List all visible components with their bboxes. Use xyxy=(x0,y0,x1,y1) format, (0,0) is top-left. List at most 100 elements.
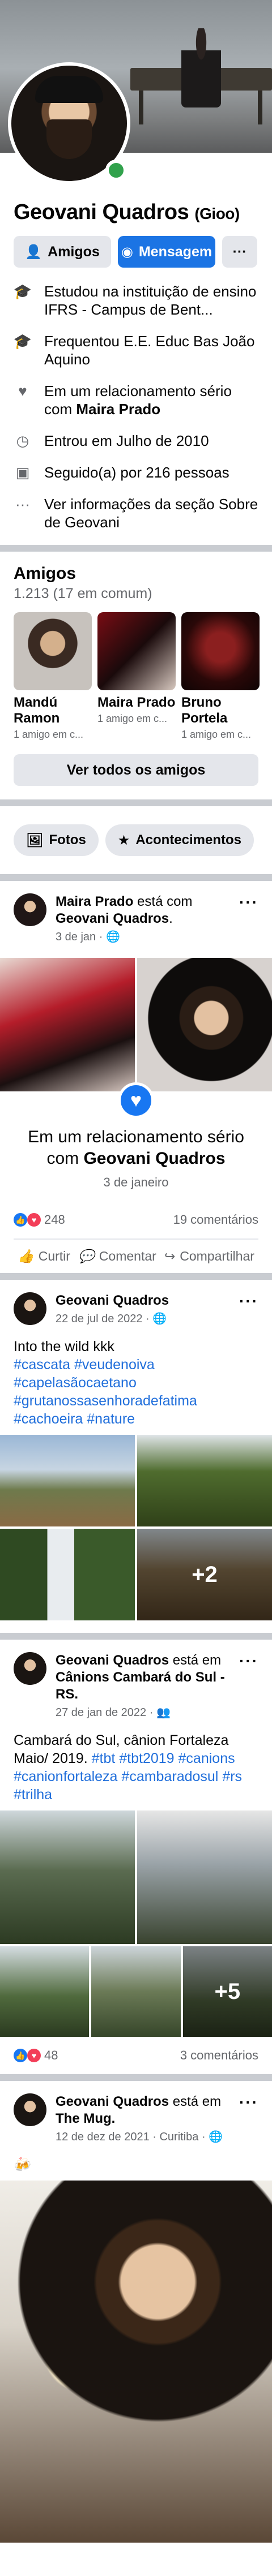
hashtag[interactable]: #capelasãocaetano xyxy=(14,1375,137,1391)
hashtag[interactable]: #cascata xyxy=(14,1357,70,1373)
post-date[interactable]: 22 de jul de 2022 xyxy=(56,1313,142,1325)
online-status-indicator xyxy=(105,160,127,181)
post-photo[interactable] xyxy=(0,1810,135,1944)
hashtag[interactable]: #canionfortaleza xyxy=(14,1769,117,1784)
post-photo[interactable]: +2 xyxy=(137,1529,272,1620)
photos-chip[interactable]: 🖼 Fotos xyxy=(14,824,99,856)
post-photo[interactable] xyxy=(0,1946,90,2037)
friend-card[interactable]: Maira Prado 1 amigo em c... xyxy=(97,612,176,741)
post-options-button[interactable]: ··· xyxy=(239,1292,258,1310)
post-photos-row: +5 xyxy=(0,1946,272,2037)
graduation-icon: 🎓 xyxy=(13,283,32,300)
reaction-count: 48 xyxy=(44,2048,58,2062)
post-header: Geovani Quadros está em The Mug. 12 de d… xyxy=(56,2093,230,2145)
post-options-button[interactable]: ··· xyxy=(239,1652,258,1670)
post-date[interactable]: 3 de jan xyxy=(56,931,96,943)
profile-page: Geovani Quadros (Gioo) 👤 Amigos ◉ Mensag… xyxy=(0,0,272,2543)
see-all-friends-button[interactable]: Ver todos os amigos xyxy=(14,754,258,786)
hashtag[interactable]: #tbt2019 xyxy=(119,1751,174,1766)
friend-card[interactable]: Mandú Ramon 1 amigo em c... xyxy=(14,612,92,741)
relationship-event: ♥ Em um relacionamento sério com Geovani… xyxy=(0,1082,272,1201)
like-button[interactable]: 👍 Curtir xyxy=(18,1249,70,1264)
ellipsis-icon: ··· xyxy=(15,496,30,513)
more-options-button[interactable]: ··· xyxy=(222,236,257,268)
post-author[interactable]: Geovani Quadros xyxy=(56,1293,169,1308)
globe-icon: 🌐 xyxy=(105,931,120,943)
post-date[interactable]: 12 de dez de 2021 xyxy=(56,2131,150,2143)
detail-relationship[interactable]: ♥ Em um relacionamento sério com Maira P… xyxy=(14,382,258,418)
hashtag[interactable]: #cambaradosul xyxy=(121,1769,218,1784)
comment-button[interactable]: 💬 Comentar xyxy=(78,1249,156,1264)
detail-see-about[interactable]: ··· Ver informações da seção Sobre de Ge… xyxy=(14,495,258,531)
post-location-link[interactable]: The Mug. xyxy=(56,2111,115,2126)
post-photo[interactable] xyxy=(0,2181,272,2543)
post-reactions[interactable]: 👍 ♥ 248 xyxy=(14,1212,65,1227)
life-events-chip[interactable]: ★ Acontecimentos xyxy=(105,824,254,856)
post-photo[interactable] xyxy=(91,1946,181,2037)
friend-photo xyxy=(181,612,260,690)
post-photos: +2 xyxy=(0,1435,272,1620)
comment-count[interactable]: 19 comentários xyxy=(173,1212,258,1227)
post-options-button[interactable]: ··· xyxy=(239,2093,258,2111)
share-button[interactable]: ↪ Compartilhar xyxy=(164,1249,254,1264)
relationship-event-partner[interactable]: Geovani Quadros xyxy=(83,1149,225,1168)
post-text: Into the wild kkk #cascata #veudenoiva #… xyxy=(0,1327,272,1435)
hashtag[interactable]: #tbt xyxy=(92,1751,116,1766)
detail-education-school[interactable]: 🎓 Frequentou E.E. Educ Bas João Aquino xyxy=(14,332,258,368)
post-location-link[interactable]: Cânions Cambará do Sul - RS. xyxy=(56,1670,225,1702)
post-date[interactable]: 27 de jan de 2022 xyxy=(56,1706,146,1719)
author-avatar[interactable] xyxy=(14,1652,46,1685)
post-caption: Into the wild kkk xyxy=(14,1339,114,1354)
like-reaction-icon: 👍 xyxy=(14,2049,27,2062)
post-the-mug: Geovani Quadros está em The Mug. 12 de d… xyxy=(0,2081,272,2543)
post-author[interactable]: Maira Prado xyxy=(56,894,133,909)
cover-bench-leg xyxy=(258,91,262,124)
hashtag[interactable]: #nature xyxy=(87,1411,135,1427)
post-relationship: Maira Prado está com Geovani Quadros. 3 … xyxy=(0,881,272,1273)
more-photos-overlay[interactable]: +2 xyxy=(137,1529,272,1620)
comment-icon: 💬 xyxy=(78,1249,95,1263)
section-divider xyxy=(0,874,272,881)
detail-text: Frequentou E.E. Educ Bas João Aquino xyxy=(44,333,255,368)
post-author[interactable]: Geovani Quadros xyxy=(56,2094,169,2109)
detail-education-college[interactable]: 🎓 Estudou na instituição de ensino IFRS … xyxy=(14,282,258,319)
post-author[interactable]: Geovani Quadros xyxy=(56,1653,169,1668)
friends-title[interactable]: Amigos xyxy=(0,552,272,583)
hashtag[interactable]: #veudenoiva xyxy=(74,1357,155,1373)
post-photo[interactable] xyxy=(0,958,135,1091)
hashtag[interactable]: #canions xyxy=(178,1751,235,1766)
post-photo[interactable]: +5 xyxy=(182,1946,272,2037)
friend-card[interactable]: Bruno Portela 1 amigo em c... xyxy=(181,612,260,741)
hashtag[interactable]: #rs xyxy=(222,1769,242,1784)
post-meta: 27 de jan de 2022 · 👥 xyxy=(56,1706,171,1719)
author-avatar[interactable] xyxy=(14,893,46,926)
post-text: 🍻 xyxy=(0,2145,272,2181)
like-button-label: Curtir xyxy=(38,1249,70,1263)
more-photos-overlay[interactable]: +5 xyxy=(182,1946,272,2037)
post-options-button[interactable]: ··· xyxy=(239,893,258,911)
post-reactions[interactable]: 👍 ♥ 48 xyxy=(14,2048,58,2063)
post-photo[interactable] xyxy=(137,1810,272,1944)
detail-text: Em um relacionamento sério com Maira Pra… xyxy=(44,382,258,418)
comment-count[interactable]: 3 comentários xyxy=(180,2048,258,2063)
detail-relationship-partner[interactable]: Maira Prado xyxy=(76,401,160,418)
post-photo[interactable] xyxy=(137,958,272,1091)
author-avatar[interactable] xyxy=(14,1292,46,1325)
post-tagged-user[interactable]: Geovani Quadros xyxy=(56,911,169,926)
hashtag[interactable]: #trilha xyxy=(14,1787,52,1803)
message-button[interactable]: ◉ Mensagem xyxy=(118,236,215,268)
post-photo[interactable] xyxy=(137,1435,272,1526)
profile-actions: 👤 Amigos ◉ Mensagem ··· xyxy=(0,225,272,279)
friends-button[interactable]: 👤 Amigos xyxy=(14,236,111,268)
heart-icon: ♥ xyxy=(18,382,27,399)
post-photo[interactable] xyxy=(0,1529,135,1620)
post-meta: 3 de jan · 🌐 xyxy=(56,931,120,943)
post-photo[interactable] xyxy=(0,1435,135,1526)
section-divider xyxy=(0,799,272,806)
detail-followers[interactable]: ▣ Seguido(a) por 216 pessoas xyxy=(14,463,258,481)
friends-button-label: Amigos xyxy=(48,243,100,260)
hashtag[interactable]: #grutanossasenhoradefatima xyxy=(14,1393,197,1409)
hashtag[interactable]: #cachoeira xyxy=(14,1411,83,1427)
author-avatar[interactable] xyxy=(14,2093,46,2126)
post-photos xyxy=(0,1810,272,1944)
